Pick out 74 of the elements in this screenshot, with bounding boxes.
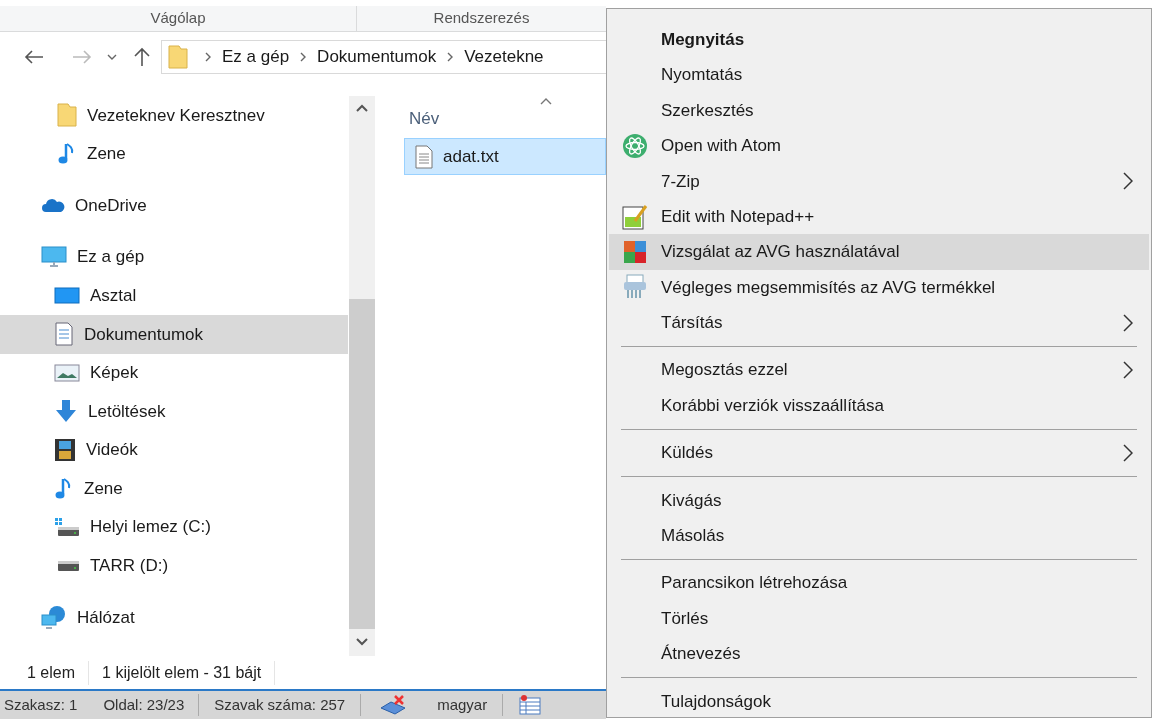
sort-caret-icon xyxy=(540,98,552,105)
monitor-icon xyxy=(41,246,67,269)
status-text: 1 elem xyxy=(14,660,90,685)
nav-item[interactable]: Zene xyxy=(0,469,348,508)
layout-icon xyxy=(519,695,542,715)
up-arrow-icon[interactable] xyxy=(133,47,151,67)
status-text: 1 kijelölt elem - 31 bájt xyxy=(89,660,276,685)
menu-item[interactable]: Megnyitás xyxy=(609,22,1149,58)
menu-item[interactable]: Másolás xyxy=(609,518,1149,554)
back-arrow-icon[interactable] xyxy=(24,49,44,65)
document-icon xyxy=(54,322,74,347)
atom-icon xyxy=(622,132,648,159)
menu-item[interactable]: Átnevezés xyxy=(609,636,1149,672)
nav-item[interactable]: Videók xyxy=(0,430,348,470)
breadcrumb[interactable]: Dokumentumok xyxy=(315,44,439,70)
menu-item[interactable]: Open with Atom xyxy=(609,128,1149,164)
menu-item[interactable]: Végleges megsemmisítés az AVG termékkel xyxy=(609,269,1149,306)
shredder-icon xyxy=(623,274,647,301)
breadcrumb[interactable]: Vezetekne xyxy=(462,44,546,70)
scrollbar-thumb[interactable] xyxy=(349,299,375,629)
status-text: Szakasz: 1 xyxy=(3,694,79,715)
menu-item[interactable]: Megosztás ezzel xyxy=(609,352,1149,388)
picture-icon xyxy=(54,362,80,383)
folder-icon xyxy=(57,103,77,128)
menu-item[interactable]: Szerkesztés xyxy=(609,92,1149,129)
nav-item[interactable]: TARR (D:) xyxy=(0,546,348,586)
menu-item[interactable]: Vizsgálat az AVG használatával xyxy=(609,234,1149,270)
chevron-right-icon xyxy=(204,51,212,63)
menu-item[interactable]: Nyomtatás xyxy=(609,57,1149,93)
menu-item[interactable]: Tulajdonságok xyxy=(609,683,1149,720)
menu-item[interactable]: Törlés xyxy=(609,600,1149,637)
monitor-icon xyxy=(54,285,80,306)
column-header[interactable]: Név xyxy=(409,106,440,132)
chevron-right-icon xyxy=(446,51,455,63)
status-text: Oldal: 23/23 xyxy=(103,693,200,717)
breadcrumb[interactable]: Ez a gép xyxy=(220,44,292,70)
nav-item[interactable]: Asztal xyxy=(0,276,348,315)
nav-item[interactable]: Hálózat xyxy=(0,598,348,637)
status-text: Szavak száma: 257 xyxy=(199,693,362,717)
menu-item[interactable]: Társítás xyxy=(609,305,1149,341)
file-item[interactable]: adat.txt xyxy=(404,138,606,175)
menu-item[interactable]: Parancsikon létrehozása xyxy=(609,565,1149,601)
nav-item[interactable]: Helyi lemez (C:) xyxy=(0,507,348,547)
ribbon-group-label: Vágólap xyxy=(150,8,206,29)
nav-item[interactable]: Dokumentumok xyxy=(0,314,348,354)
nav-item[interactable]: Vezeteknev Keresztnev xyxy=(0,96,348,135)
menu-item[interactable]: Korábbi verziók visszaállítása xyxy=(609,387,1149,424)
menu-item[interactable]: Kivágás xyxy=(609,482,1149,519)
status-text: magyar xyxy=(407,693,504,717)
nav-item[interactable]: Ez a gép xyxy=(0,237,348,277)
nav-item[interactable]: Zene xyxy=(0,134,348,174)
scrollbar[interactable] xyxy=(349,96,375,656)
nav-item[interactable]: Letöltések xyxy=(0,392,348,431)
network-icon xyxy=(41,605,67,630)
scroll-down-icon[interactable] xyxy=(356,638,368,646)
ribbon-group-label: Rendszerezés xyxy=(433,8,530,29)
chevron-down-icon[interactable] xyxy=(107,53,117,61)
nav-item[interactable]: OneDrive xyxy=(0,186,348,225)
notepad-pencil-icon xyxy=(622,203,648,230)
menu-item[interactable]: Küldés xyxy=(609,435,1149,471)
folder-icon xyxy=(168,45,188,69)
nav-item[interactable]: Képek xyxy=(0,353,348,393)
colored-squares-icon xyxy=(623,240,647,265)
hard-drive-icon xyxy=(54,517,80,538)
scroll-up-icon[interactable] xyxy=(356,104,368,112)
text-file-icon xyxy=(415,144,433,169)
cloud-icon xyxy=(41,197,65,214)
menu-item[interactable]: 7-Zip xyxy=(609,163,1149,199)
hard-drive-icon xyxy=(58,560,79,571)
menu-item[interactable]: Edit with Notepad++ xyxy=(609,198,1149,235)
download-arrow-icon xyxy=(54,399,78,424)
film-strip-icon xyxy=(54,438,76,463)
address-bar[interactable]: Ez a gép Dokumentumok Vezetekne xyxy=(161,40,606,74)
chevron-right-icon xyxy=(299,51,308,63)
